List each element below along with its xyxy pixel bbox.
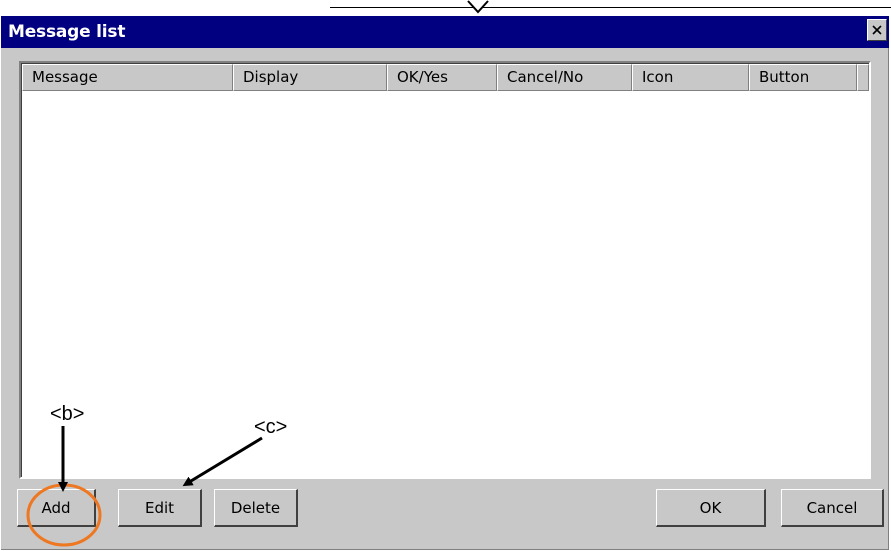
delete-button[interactable]: Delete (214, 489, 298, 527)
column-header-filler (857, 64, 869, 91)
edit-button[interactable]: Edit (118, 489, 202, 527)
column-header-message[interactable]: Message (22, 64, 233, 91)
column-header-cancel-no[interactable]: Cancel/No (497, 64, 632, 91)
list-header: Message Display OK/Yes Cancel/No Icon Bu… (22, 64, 869, 91)
cancel-button[interactable]: Cancel (781, 489, 884, 527)
close-icon (872, 25, 882, 35)
add-button[interactable]: Add (17, 489, 96, 527)
title-bar: Message list (1, 16, 889, 48)
column-header-ok-yes[interactable]: OK/Yes (387, 64, 497, 91)
column-header-icon[interactable]: Icon (632, 64, 749, 91)
message-list-dialog: Message list Message Display OK/Yes Canc… (1, 16, 889, 550)
dialog-title: Message list (8, 22, 126, 42)
screenshot: Message list Message Display OK/Yes Canc… (0, 0, 891, 551)
chevron-down-icon (467, 0, 489, 14)
top-divider (330, 7, 891, 8)
annotation-label-c: <c> (254, 416, 288, 438)
annotation-label-b: <b> (50, 403, 85, 425)
message-list-view[interactable]: Message Display OK/Yes Cancel/No Icon Bu… (19, 61, 871, 479)
ok-button[interactable]: OK (656, 489, 766, 527)
column-header-display[interactable]: Display (233, 64, 387, 91)
close-button[interactable] (867, 19, 887, 41)
column-header-button[interactable]: Button (749, 64, 857, 91)
